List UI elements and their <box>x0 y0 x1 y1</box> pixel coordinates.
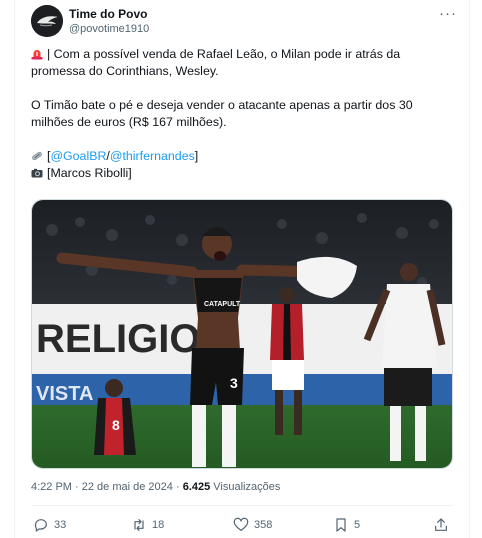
divider <box>31 505 453 506</box>
photo-credit: [Marcos Ribolli] <box>47 166 132 180</box>
author-name[interactable]: Time do Povo <box>69 7 147 21</box>
views-count: 6.425 <box>182 481 211 493</box>
tweet-photo[interactable]: RELIGIO VISTA 8 CATAPULT 3 <box>31 199 453 469</box>
text-line-1-content: | Com a possível venda de Rafael Leão, o… <box>47 47 401 61</box>
bookmark-icon <box>336 518 346 532</box>
siren-icon <box>31 50 43 60</box>
meta-separator: · <box>75 481 79 493</box>
goalbr-link[interactable]: @GoalBR <box>50 149 106 163</box>
text-line-4: milhões de euros (R$ 167 milhões). <box>31 115 227 129</box>
like-count: 358 <box>254 519 273 531</box>
thirfernandes-link[interactable]: @thirfernandes <box>110 149 195 163</box>
source-close: ] <box>194 149 199 163</box>
repost-count: 18 <box>152 519 165 531</box>
football-celebration-photo: RELIGIO VISTA 8 CATAPULT 3 <box>32 200 452 468</box>
tweet-text: | Com a possível venda de Rafael Leão, o… <box>31 46 451 182</box>
bookmark-count: 5 <box>354 519 361 531</box>
bookmark-button[interactable]: 5 <box>333 515 360 535</box>
reply-count: 33 <box>54 519 67 531</box>
reply-icon <box>34 519 47 532</box>
banner-text: RELIGIO <box>36 317 200 361</box>
heart-icon <box>233 517 249 531</box>
reply-button[interactable]: 33 <box>33 515 66 535</box>
hawk-logo-icon <box>31 5 63 37</box>
opponent-number: 8 <box>112 417 120 433</box>
banner-bottom-text: VISTA <box>36 383 93 405</box>
camera-icon <box>31 168 43 178</box>
share-icon <box>435 518 447 531</box>
meta-separator: · <box>175 481 180 493</box>
main-player-number: 3 <box>230 375 238 391</box>
tweet-card: Time do Povo @povotime1910 ··· | Com a p… <box>14 0 470 538</box>
more-options-icon[interactable]: ··· <box>439 5 457 22</box>
author-handle[interactable]: @povotime1910 <box>69 23 149 35</box>
avatar[interactable] <box>31 5 63 37</box>
tweet-meta: 4:22 PM · 22 de mai de 2024 · 6.425 Visu… <box>31 481 280 493</box>
action-bar: 33 18 358 5 <box>31 515 455 535</box>
views-label: Visualizações <box>213 481 281 493</box>
source-line: [@GoalBR/@thirfernandes] <box>31 148 451 165</box>
credit-line: [Marcos Ribolli] <box>31 165 451 182</box>
repost-button[interactable]: 18 <box>131 515 164 535</box>
tweet-date[interactable]: 22 de mai de 2024 <box>82 481 173 493</box>
text-line-1: | Com a possível venda de Rafael Leão, o… <box>31 46 451 63</box>
text-line-2: promessa do Corinthians, Wesley. <box>31 64 219 78</box>
tweet-time[interactable]: 4:22 PM <box>31 481 72 493</box>
share-button[interactable] <box>433 515 449 535</box>
text-line-3: O Timão bate o pé e deseja vender o atac… <box>31 98 413 112</box>
link-icon <box>32 151 42 161</box>
like-button[interactable]: 358 <box>233 515 272 535</box>
repost-icon <box>134 519 144 531</box>
sponsor-text: CATAPULT <box>204 301 241 308</box>
